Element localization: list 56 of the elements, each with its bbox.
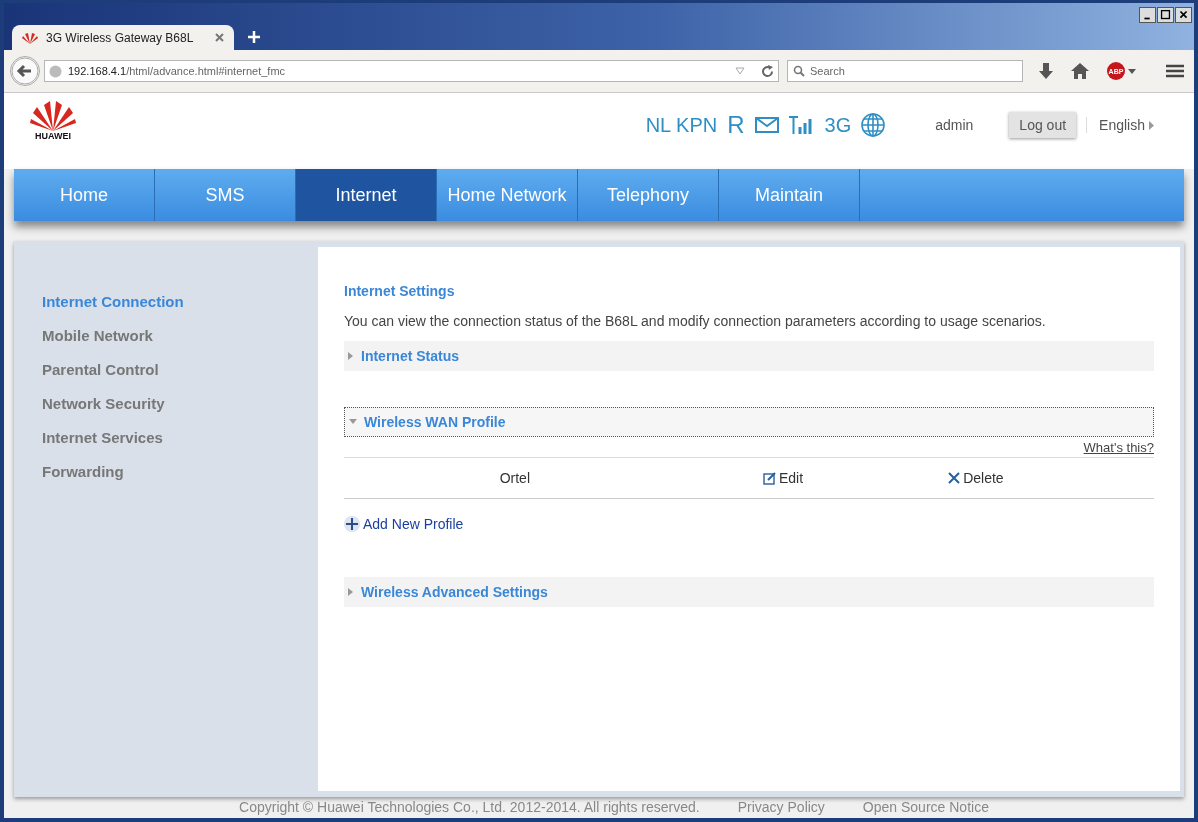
sidebar-item[interactable]: Forwarding [42, 463, 318, 480]
footer-link[interactable]: Open Source Notice [862, 799, 989, 815]
copyright-text: Copyright © Huawei Technologies Co., Ltd. 2012-2014. All rights reserved. [239, 799, 700, 815]
plus-icon [344, 516, 360, 532]
maximize-icon[interactable] [1157, 7, 1174, 23]
minimize-icon[interactable] [1139, 7, 1156, 23]
close-icon[interactable] [1175, 7, 1192, 23]
home-icon[interactable] [1071, 63, 1089, 79]
close-icon [948, 472, 961, 484]
help-link[interactable]: What's this? [344, 440, 1154, 458]
sidebar-item[interactable]: Internet Services [42, 429, 318, 446]
description-text: You can view the connection status of the B68L and modify connection parameters according to usage scenarios. [344, 313, 1047, 329]
section-header[interactable]: Internet Status [344, 341, 1154, 371]
search-field[interactable]: Search [787, 60, 1023, 82]
browser-tab[interactable]: 3G Wireless Gateway B68L [12, 25, 234, 50]
language-selector[interactable]: English [1086, 117, 1154, 133]
footer-link[interactable]: Privacy Policy [737, 799, 825, 815]
menu-icon[interactable] [1166, 64, 1184, 78]
envelope-icon[interactable] [754, 117, 779, 133]
caret-right-icon [348, 588, 354, 596]
caret-right-icon [348, 352, 354, 360]
add-profile-link[interactable]: Add New Profile [344, 516, 1154, 532]
edit-link[interactable]: Edit [763, 470, 804, 486]
network-type-label: 3G [824, 113, 852, 137]
new-tab-icon[interactable] [248, 31, 260, 43]
nav-tab[interactable]: Internet [296, 169, 437, 221]
logout-button[interactable]: Log out [1009, 112, 1077, 138]
caret-right-icon [1149, 120, 1154, 130]
nav-tab[interactable]: Home [14, 169, 155, 221]
profile-name: Ortel [498, 470, 530, 486]
section-title: Internet Settings [344, 283, 456, 299]
reload-icon[interactable] [761, 64, 774, 78]
logo-text: HUAWEI [35, 131, 71, 141]
caret-down-icon [349, 419, 357, 425]
nav-tab[interactable]: Maintain [719, 169, 860, 221]
roaming-indicator: R [727, 111, 745, 139]
username-label: admin [935, 117, 974, 133]
search-icon [793, 65, 805, 77]
operator-label: NL KPN [645, 113, 718, 137]
back-icon[interactable] [10, 56, 40, 86]
sidebar-item[interactable]: Mobile Network [42, 327, 318, 344]
fan-logo-icon [22, 31, 38, 44]
nav-tab[interactable]: Home Network [437, 169, 578, 221]
signal-icon [788, 116, 815, 134]
fan-logo-icon [30, 101, 76, 131]
edit-icon [763, 471, 776, 485]
caret-down-icon[interactable] [1128, 68, 1136, 74]
download-icon[interactable] [1039, 63, 1053, 79]
nav-tab[interactable]: Telephony [578, 169, 719, 221]
section-header[interactable]: Wireless WAN Profile [344, 407, 1154, 437]
sidebar-item[interactable]: Network Security [42, 395, 318, 412]
address-field[interactable]: 192.168.4.1/html/advance.html#internet_fmc [44, 60, 779, 82]
sidebar-item[interactable]: Parental Control [42, 361, 318, 378]
section-header[interactable]: Wireless Advanced Settings [344, 577, 1154, 607]
sidebar-item[interactable]: Internet Connection [42, 293, 318, 310]
delete-link[interactable]: Delete [948, 470, 1004, 486]
